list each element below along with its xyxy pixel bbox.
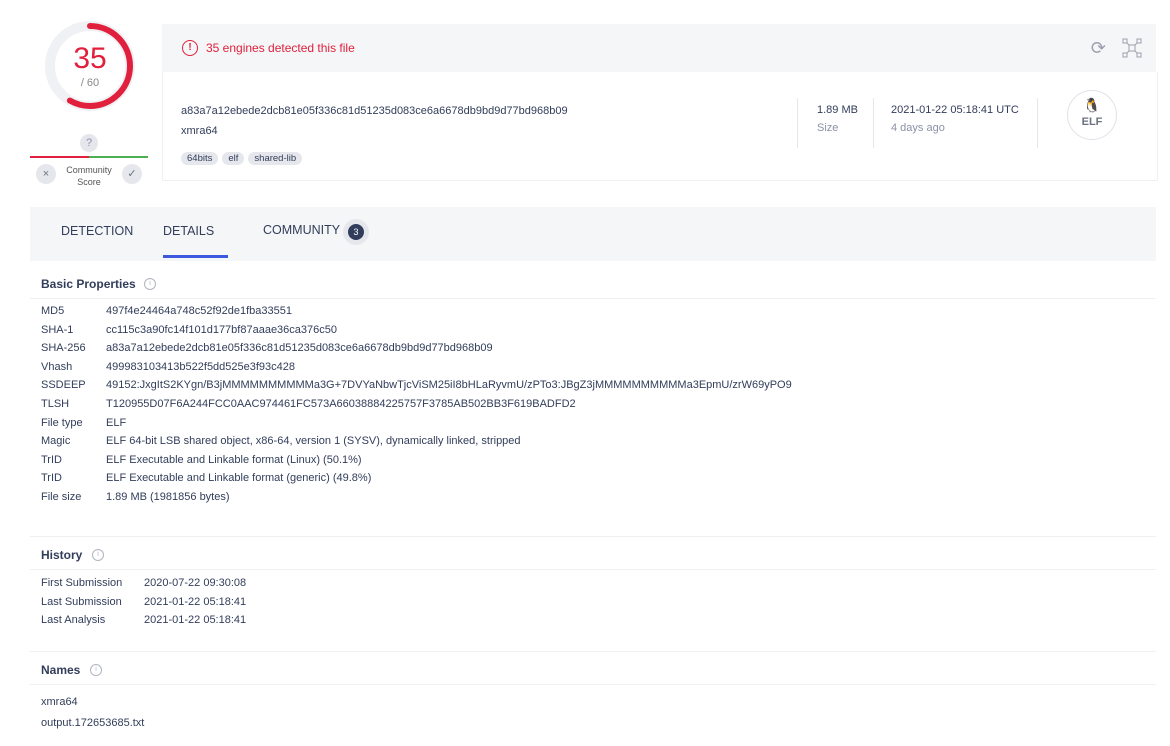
history-key: Last Analysis <box>41 614 105 626</box>
alert-circle-icon: ! <box>182 40 198 56</box>
property-key: SHA-256 <box>41 342 86 354</box>
community-score-value: ? <box>80 134 98 152</box>
property-value[interactable]: cc115c3a90fc14f101d177bf87aaae36ca376c50 <box>106 324 337 336</box>
report-tabs: DETECTION DETAILS COMMUNITY 3 <box>30 207 1156 261</box>
linux-penguin-icon: 🐧 <box>1068 97 1116 114</box>
name-item: xmra64 <box>41 696 78 708</box>
property-key: File type <box>41 417 83 429</box>
property-key: SSDEEP <box>41 379 86 391</box>
property-value[interactable]: 499983103413b522f5dd525e3f93c428 <box>106 361 295 373</box>
active-tab-indicator <box>163 255 228 258</box>
file-hash[interactable]: a83a7a12ebede2dcb81e05f336c81d51235d083c… <box>181 105 568 117</box>
file-type-label: ELF <box>1068 116 1116 128</box>
file-size: 1.89 MB <box>817 104 858 116</box>
property-value[interactable]: 1.89 MB (1981856 bytes) <box>106 491 230 503</box>
property-key: MD5 <box>41 305 64 317</box>
history-value: 2021-01-22 05:18:41 <box>144 614 246 626</box>
section-title: Basic Properties <box>41 277 136 291</box>
divider <box>873 98 874 148</box>
tag-chip[interactable]: elf <box>222 152 244 165</box>
property-value[interactable]: 49152:JxgItS2KYgn/B3jMMMMMMMMMMa3G+7DVYa… <box>106 379 792 391</box>
tab-detection[interactable]: DETECTION <box>61 224 133 238</box>
history-value: 2020-07-22 09:30:08 <box>144 577 246 589</box>
analysis-age: 4 days ago <box>891 122 945 134</box>
community-count-badge: 3 <box>343 219 369 245</box>
file-name: xmra64 <box>181 125 218 137</box>
property-key: TrID <box>41 454 62 466</box>
graph-icon[interactable] <box>1122 38 1142 58</box>
basic-properties-header: Basic Properties i <box>30 266 1156 299</box>
file-size-label: Size <box>817 122 838 134</box>
info-icon[interactable]: i <box>90 664 102 676</box>
history-header: History i <box>30 536 1156 570</box>
tab-community[interactable]: COMMUNITY <box>263 223 340 237</box>
property-key: Vhash <box>41 361 72 373</box>
community-score-label: Community Score <box>58 164 120 188</box>
property-value[interactable]: ELF Executable and Linkable format (Linu… <box>106 454 362 466</box>
tag-chip[interactable]: shared-lib <box>248 152 302 165</box>
property-value[interactable]: ELF Executable and Linkable format (gene… <box>106 472 371 484</box>
tab-details[interactable]: DETAILS <box>163 224 214 238</box>
divider <box>797 98 798 148</box>
vote-harmful-button[interactable]: × <box>36 164 56 184</box>
tag-chip[interactable]: 64bits <box>181 152 218 165</box>
detection-summary: 35 engines detected this file <box>206 41 355 55</box>
property-value[interactable]: T120955D07F6A244FCC0AAC974461FC573A66038… <box>106 398 576 410</box>
history-key: Last Submission <box>41 596 122 608</box>
property-key: File size <box>41 491 81 503</box>
community-label-line2: Score <box>58 176 120 188</box>
file-info-card: a83a7a12ebede2dcb81e05f336c81d51235d083c… <box>162 72 1158 181</box>
property-key: TrID <box>41 472 62 484</box>
property-key: TLSH <box>41 398 69 410</box>
history-value: 2021-01-22 05:18:41 <box>144 596 246 608</box>
names-header: Names i <box>30 651 1156 685</box>
property-key: SHA-1 <box>41 324 73 336</box>
analysis-date: 2021-01-22 05:18:41 UTC <box>891 104 1019 116</box>
name-item: output.172653685.txt <box>41 717 144 729</box>
community-count: 3 <box>348 224 364 240</box>
property-value[interactable]: 497f4e24464a748c52f92de1fba33551 <box>106 305 292 317</box>
file-type-icon: 🐧 ELF <box>1067 90 1117 140</box>
detection-banner: ! 35 engines detected this file ⟳ <box>162 24 1156 72</box>
history-key: First Submission <box>41 577 122 589</box>
file-tags: 64bits elf shared-lib <box>181 148 306 166</box>
section-title: Names <box>41 663 80 677</box>
reload-icon[interactable]: ⟳ <box>1091 38 1106 59</box>
info-icon[interactable]: i <box>144 278 156 290</box>
score-total: / 60 <box>44 77 136 89</box>
community-label-line1: Community <box>58 164 120 176</box>
community-score-bar <box>30 156 148 158</box>
vote-harmless-button[interactable]: ✓ <box>122 164 142 184</box>
property-value[interactable]: ELF 64-bit LSB shared object, x86-64, ve… <box>106 435 521 447</box>
detection-score-gauge: 35 / 60 <box>44 20 136 112</box>
info-icon[interactable]: i <box>92 549 104 561</box>
property-key: Magic <box>41 435 70 447</box>
property-value[interactable]: a83a7a12ebede2dcb81e05f336c81d51235d083c… <box>106 342 493 354</box>
divider <box>1037 98 1038 148</box>
property-value[interactable]: ELF <box>106 417 126 429</box>
section-title: History <box>41 548 82 562</box>
score-detected: 35 <box>44 42 136 76</box>
